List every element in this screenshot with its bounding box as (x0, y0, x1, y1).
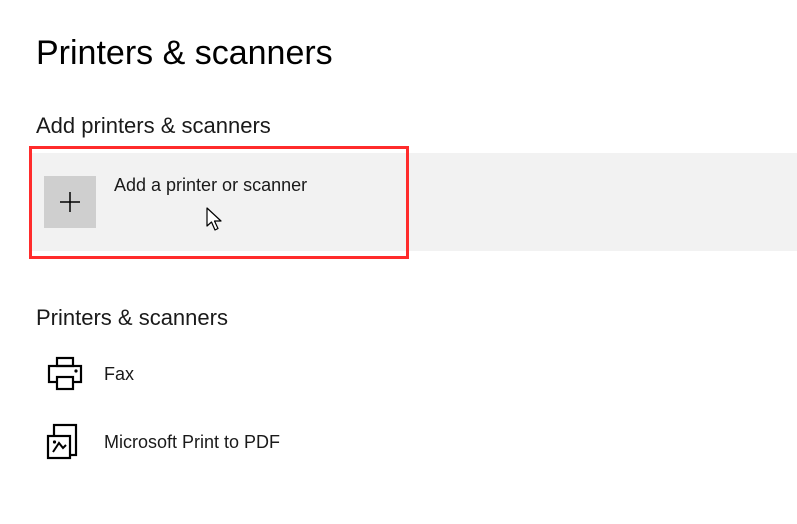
list-section-heading: Printers & scanners (36, 305, 761, 331)
printer-label: Fax (104, 364, 134, 385)
pdf-printer-icon (44, 421, 86, 463)
fax-printer-icon (44, 353, 86, 395)
printers-list-section: Printers & scanners Fax (36, 305, 761, 471)
page-title: Printers & scanners (36, 34, 761, 73)
add-section-heading: Add printers & scanners (36, 113, 761, 139)
printer-label: Microsoft Print to PDF (104, 432, 280, 453)
list-item[interactable]: Fax (44, 345, 761, 403)
add-printer-button[interactable]: Add a printer or scanner (32, 153, 797, 251)
add-printer-label: Add a printer or scanner (114, 175, 307, 196)
list-item[interactable]: Microsoft Print to PDF (44, 413, 761, 471)
add-printers-section: Add printers & scanners Add a printer or… (36, 113, 761, 251)
cursor-icon (206, 207, 226, 233)
plus-icon (44, 176, 96, 228)
